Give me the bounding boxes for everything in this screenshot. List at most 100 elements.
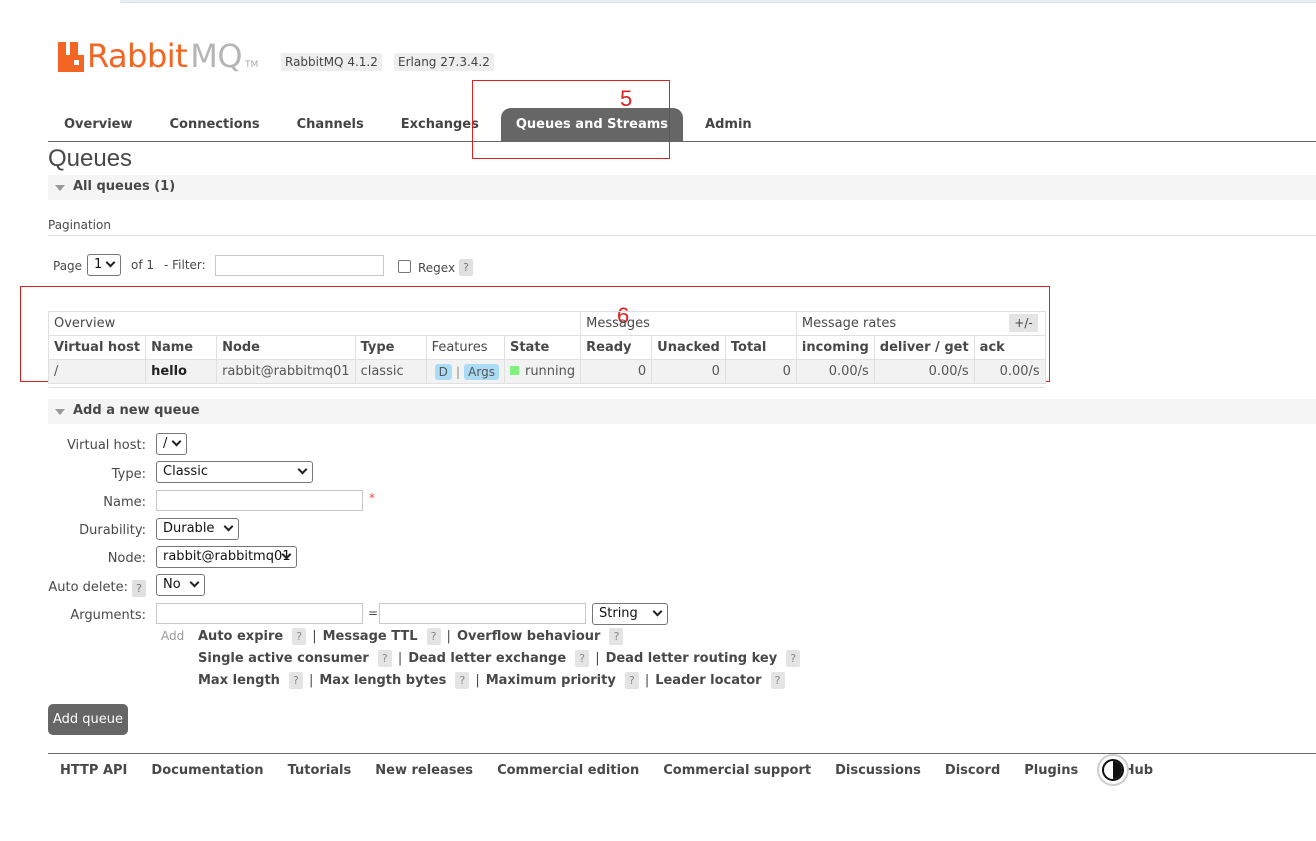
rabbitmq-logo[interactable]: Rabbit MQ TM — [58, 36, 258, 72]
arg-separator: | — [397, 651, 403, 666]
add-queue-heading: Add a new queue — [73, 403, 200, 418]
cell-deliver-get: 0.00/s — [873, 359, 975, 384]
table-footer-row — [48, 383, 1046, 388]
tab-channels[interactable]: Channels — [281, 108, 383, 141]
arg-max-length-link[interactable]: Max length — [198, 673, 280, 688]
add-argument-label: Add — [161, 629, 185, 643]
argument-value-input[interactable] — [379, 603, 586, 624]
arg-separator: | — [644, 673, 650, 688]
footer-link-commercial-edition[interactable]: Commercial edition — [485, 763, 651, 778]
logo-trademark: TM — [245, 60, 259, 70]
argument-type-select[interactable]: String — [592, 603, 668, 625]
feature-args-badge[interactable]: Args — [464, 363, 499, 380]
column-header-ready[interactable]: Ready — [580, 335, 653, 360]
add-queue-section-toggle[interactable]: Add a new queue — [48, 399, 1316, 424]
queues-table: Overview Messages Message rates Virtual … — [47, 311, 1046, 388]
argument-equals: = — [368, 606, 379, 620]
chevron-down-icon — [171, 436, 182, 447]
cell-ready: 0 — [580, 359, 653, 384]
arg-message-ttl-link[interactable]: Message TTL — [323, 629, 418, 644]
argument-shortcuts-row-3: Max length? | Max length bytes? | Maximum … — [198, 672, 785, 689]
tab-connections[interactable]: Connections — [149, 108, 281, 141]
vhost-label: Virtual host: — [66, 438, 146, 453]
arg-separator: | — [475, 673, 480, 688]
footer-links: HTTP API Documentation Tutorials New rel… — [48, 760, 1165, 780]
arg-help-button[interactable]: ? — [609, 628, 624, 645]
arg-help-button[interactable]: ? — [624, 672, 639, 689]
node-select[interactable]: rabbit@rabbitmq01 — [156, 546, 297, 568]
table-footer-cell — [48, 383, 1046, 388]
feature-separator: | — [455, 364, 461, 379]
column-toggle-button[interactable]: +/- — [1009, 314, 1038, 332]
queue-name-input[interactable] — [156, 490, 363, 511]
theme-toggle-circle — [1102, 759, 1124, 781]
tab-overview[interactable]: Overview — [48, 108, 149, 141]
filter-input[interactable] — [215, 255, 384, 276]
footer-divider — [48, 753, 1316, 754]
footer-link-discussions[interactable]: Discussions — [823, 763, 933, 778]
group-header-messages: Messages — [580, 311, 797, 336]
node-select-value: rabbit@rabbitmq01 — [163, 549, 291, 564]
column-header-ack[interactable]: ack — [973, 335, 1046, 360]
pagination-heading: Pagination — [48, 218, 111, 232]
auto-delete-select[interactable]: No — [156, 574, 205, 596]
cell-virtual-host: / — [47, 359, 147, 384]
arg-help-button[interactable]: ? — [377, 650, 392, 667]
column-header-state[interactable]: State — [503, 335, 582, 360]
arg-help-button[interactable]: ? — [770, 672, 785, 689]
cell-total: 0 — [724, 359, 797, 384]
tab-admin[interactable]: Admin — [683, 108, 762, 141]
arg-help-button[interactable]: ? — [426, 628, 441, 645]
cell-state: running — [503, 359, 582, 384]
column-header-total[interactable]: Total — [724, 335, 797, 360]
cell-node: rabbit@rabbitmq01 — [216, 359, 356, 384]
arg-maximum-priority-link[interactable]: Maximum priority — [486, 673, 616, 688]
column-header-deliver-get[interactable]: deliver / get — [873, 335, 975, 360]
arg-single-active-consumer-link[interactable]: Single active consumer — [198, 651, 369, 666]
arg-max-length-bytes-link[interactable]: Max length bytes — [319, 673, 446, 688]
column-header-type[interactable]: Type — [354, 335, 427, 360]
theme-toggle-icon[interactable] — [1097, 754, 1129, 786]
chevron-down-icon — [105, 257, 116, 268]
arg-help-button[interactable]: ? — [575, 650, 590, 667]
footer-link-plugins[interactable]: Plugins — [1012, 763, 1090, 778]
column-header-virtual-host[interactable]: Virtual host — [47, 335, 147, 360]
footer-link-documentation[interactable]: Documentation — [139, 763, 275, 778]
rabbitmq-version-badge: RabbitMQ 4.1.2 — [281, 53, 382, 71]
group-header-message-rates: Message rates — [795, 311, 1046, 336]
add-queue-button[interactable]: Add queue — [48, 704, 128, 735]
arg-help-button[interactable]: ? — [288, 672, 303, 689]
queue-name-link[interactable]: hello — [145, 359, 218, 384]
type-select-value: Classic — [163, 464, 208, 479]
arg-help-button[interactable]: ? — [292, 628, 307, 645]
all-queues-section-toggle[interactable]: All queues (1) — [48, 175, 1316, 200]
footer-link-discord[interactable]: Discord — [933, 763, 1012, 778]
arg-help-button[interactable]: ? — [786, 650, 801, 667]
footer-link-new-releases[interactable]: New releases — [363, 763, 485, 778]
arg-overflow-behaviour-link[interactable]: Overflow behaviour — [457, 629, 601, 644]
arg-dead-letter-routing-key-link[interactable]: Dead letter routing key — [606, 651, 778, 666]
arg-separator: | — [446, 629, 451, 644]
status-running-icon — [509, 366, 519, 375]
auto-delete-select-value: No — [163, 577, 181, 592]
argument-key-input[interactable] — [156, 603, 363, 624]
arg-auto-expire-link[interactable]: Auto expire — [198, 629, 283, 644]
durability-select[interactable]: Durable — [156, 518, 239, 540]
vhost-select[interactable]: / — [156, 433, 187, 455]
arg-dead-letter-exchange-link[interactable]: Dead letter exchange — [408, 651, 566, 666]
type-select[interactable]: Classic — [156, 461, 313, 483]
regex-checkbox[interactable] — [398, 260, 411, 273]
auto-delete-help-button[interactable]: ? — [132, 580, 146, 597]
footer-link-http-api[interactable]: HTTP API — [48, 763, 139, 778]
column-header-incoming[interactable]: incoming — [795, 335, 875, 360]
footer-link-tutorials[interactable]: Tutorials — [276, 763, 364, 778]
footer-link-commercial-support[interactable]: Commercial support — [651, 763, 823, 778]
column-header-name[interactable]: Name — [145, 335, 218, 360]
page-select[interactable]: 1 — [87, 254, 121, 276]
column-header-unacked[interactable]: Unacked — [651, 335, 726, 360]
regex-help-button[interactable]: ? — [459, 259, 473, 276]
arg-leader-locator-link[interactable]: Leader locator — [655, 673, 761, 688]
column-header-node[interactable]: Node — [216, 335, 356, 360]
regex-label: Regex — [418, 261, 456, 275]
arg-help-button[interactable]: ? — [455, 672, 470, 689]
